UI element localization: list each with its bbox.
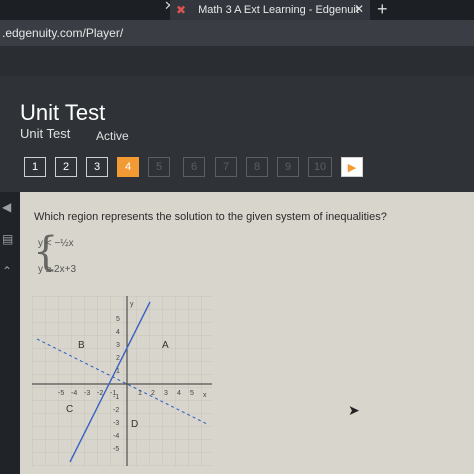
y-tick: 1 [116, 368, 120, 375]
tab-close-icon[interactable]: ✕ [354, 2, 364, 16]
next-question-button[interactable]: ▶ [341, 157, 363, 177]
region-d-label: D [131, 419, 138, 430]
inequality-2: y ≥ 2x+3 [38, 264, 77, 275]
left-sidebar: ◀ ▤ ⌃ [0, 192, 20, 474]
y-tick: 3 [116, 342, 120, 349]
region-a-label: A [162, 340, 169, 351]
question-nav-8[interactable]: 8 [246, 157, 268, 177]
question-text: Which region represents the solution to … [34, 211, 387, 223]
inequality-1: y < −½x [38, 238, 74, 249]
new-tab-button[interactable]: + [377, 0, 388, 20]
url-text: .edgenuity.com/Player/ [2, 26, 124, 40]
tab-strip: ✕ ✖ Math 3 A Ext Learning - Edgenuit ✕ + [0, 0, 474, 20]
x-tick: 4 [177, 390, 181, 397]
x-tick: -5 [58, 390, 64, 397]
x-axis-label: x [203, 392, 207, 399]
y-tick: 2 [116, 355, 120, 362]
tab-title: Math 3 A Ext Learning - Edgenuit [198, 4, 359, 16]
x-tick: -2 [97, 390, 103, 397]
page-subtitle: Unit Test [20, 126, 71, 141]
mouse-cursor-icon: ➤ [348, 402, 360, 418]
coordinate-graph: y x 5 4 3 2 1 -1 -2 -3 -4 -5 -5 -4 -3 -2… [32, 296, 212, 466]
region-c-label: C [66, 404, 73, 415]
y-tick: -3 [113, 420, 119, 427]
tool-icon[interactable]: ⌃ [2, 264, 12, 278]
question-nav-5[interactable]: 5 [148, 157, 170, 177]
question-nav-2[interactable]: 2 [55, 157, 77, 177]
x-tick: 2 [151, 390, 155, 397]
audio-icon[interactable]: ◀ [2, 200, 11, 214]
y-tick: -5 [113, 446, 119, 453]
question-nav-1[interactable]: 1 [24, 157, 46, 177]
browser-tab[interactable]: ✖ Math 3 A Ext Learning - Edgenuit ✕ [170, 0, 370, 20]
question-nav-6[interactable]: 6 [183, 157, 205, 177]
region-b-label: B [78, 340, 85, 351]
y-tick: 5 [116, 316, 120, 323]
x-tick: 3 [164, 390, 168, 397]
y-tick: -2 [113, 407, 119, 414]
page-title: Unit Test [20, 100, 106, 125]
edgenuity-icon: ✖ [176, 3, 187, 17]
y-axis-label: y [130, 301, 134, 308]
question-nav-7[interactable]: 7 [215, 157, 237, 177]
graph-grid [32, 296, 212, 466]
x-tick: 5 [190, 390, 194, 397]
x-tick: 1 [138, 390, 142, 397]
question-nav-9[interactable]: 9 [277, 157, 299, 177]
status-label: Active [96, 129, 129, 143]
x-tick: -3 [84, 390, 90, 397]
x-tick: -4 [71, 390, 77, 397]
question-nav-10[interactable]: 10 [308, 157, 332, 177]
bookmarks-bar [0, 46, 474, 76]
question-nav-3[interactable]: 3 [86, 157, 108, 177]
question-nav-4[interactable]: 4 [117, 157, 139, 177]
address-bar[interactable]: .edgenuity.com/Player/ [0, 20, 474, 46]
y-tick: 4 [116, 329, 120, 336]
notes-icon[interactable]: ▤ [2, 232, 13, 246]
x-tick: -1 [110, 390, 116, 397]
y-tick: -4 [113, 433, 119, 440]
